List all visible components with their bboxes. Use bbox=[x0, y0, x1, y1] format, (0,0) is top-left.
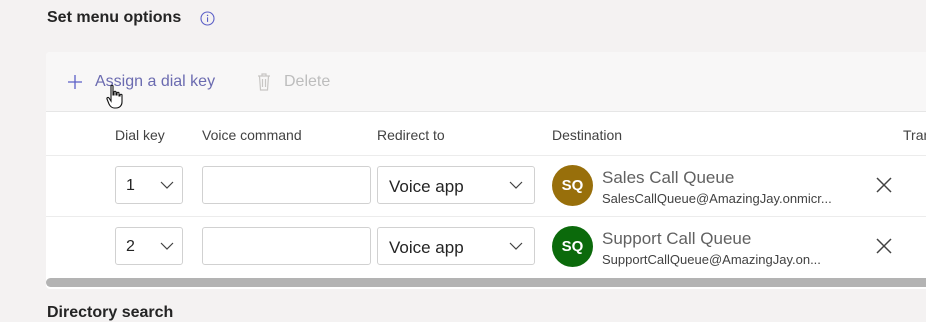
hand-cursor-icon bbox=[106, 84, 123, 109]
column-header-destination: Destination bbox=[552, 127, 623, 143]
column-header-redirect-to: Redirect to bbox=[377, 127, 445, 143]
info-icon[interactable] bbox=[200, 11, 215, 26]
dial-key-select[interactable]: 2 bbox=[115, 227, 183, 265]
voice-command-input[interactable] bbox=[202, 166, 371, 204]
delete-button[interactable]: Delete bbox=[256, 71, 330, 93]
table-row: 2 Voice app SQ Support Call Queue Suppor… bbox=[46, 217, 926, 277]
voice-command-input[interactable] bbox=[202, 227, 371, 265]
toolbar: Assign a dial key Delete bbox=[46, 52, 926, 112]
horizontal-scrollbar[interactable] bbox=[46, 278, 926, 287]
chevron-down-icon bbox=[509, 181, 523, 189]
dial-key-select[interactable]: 1 bbox=[115, 166, 183, 204]
column-header-transfer: Tran bbox=[903, 127, 926, 143]
chevron-down-icon bbox=[509, 242, 523, 250]
menu-options-card: Assign a dial key Delete Dial key Voice … bbox=[46, 52, 926, 289]
chevron-down-icon bbox=[160, 181, 174, 189]
close-icon[interactable] bbox=[874, 175, 894, 195]
trash-icon bbox=[258, 73, 270, 91]
destination-email: SalesCallQueue@AmazingJay.onmicr... bbox=[602, 191, 832, 206]
redirect-value: Voice app bbox=[389, 238, 464, 257]
table-row: 1 Voice app SQ Sales Call Queue SalesCal… bbox=[46, 156, 926, 217]
destination-email: SupportCallQueue@AmazingJay.on... bbox=[602, 252, 821, 267]
dial-key-value: 2 bbox=[126, 238, 135, 255]
delete-label: Delete bbox=[284, 73, 331, 90]
assign-dial-key-button[interactable]: Assign a dial key bbox=[67, 71, 215, 93]
destination-name: Sales Call Queue bbox=[602, 168, 735, 187]
redirect-to-select[interactable]: Voice app bbox=[377, 166, 535, 204]
destination-name: Support Call Queue bbox=[602, 229, 752, 248]
column-header-dial-key: Dial key bbox=[115, 127, 165, 143]
table-header: Dial key Voice command Redirect to Desti… bbox=[46, 112, 926, 156]
avatar: SQ bbox=[552, 226, 593, 267]
column-header-voice-command: Voice command bbox=[202, 127, 302, 143]
redirect-to-select[interactable]: Voice app bbox=[377, 227, 535, 265]
chevron-down-icon bbox=[160, 242, 174, 250]
dial-key-value: 1 bbox=[126, 177, 135, 194]
close-icon[interactable] bbox=[874, 236, 894, 256]
plus-icon bbox=[68, 75, 82, 89]
redirect-value: Voice app bbox=[389, 177, 464, 196]
avatar: SQ bbox=[552, 165, 593, 206]
section-title: Set menu options bbox=[47, 9, 182, 26]
directory-search-heading: Directory search bbox=[47, 304, 174, 321]
